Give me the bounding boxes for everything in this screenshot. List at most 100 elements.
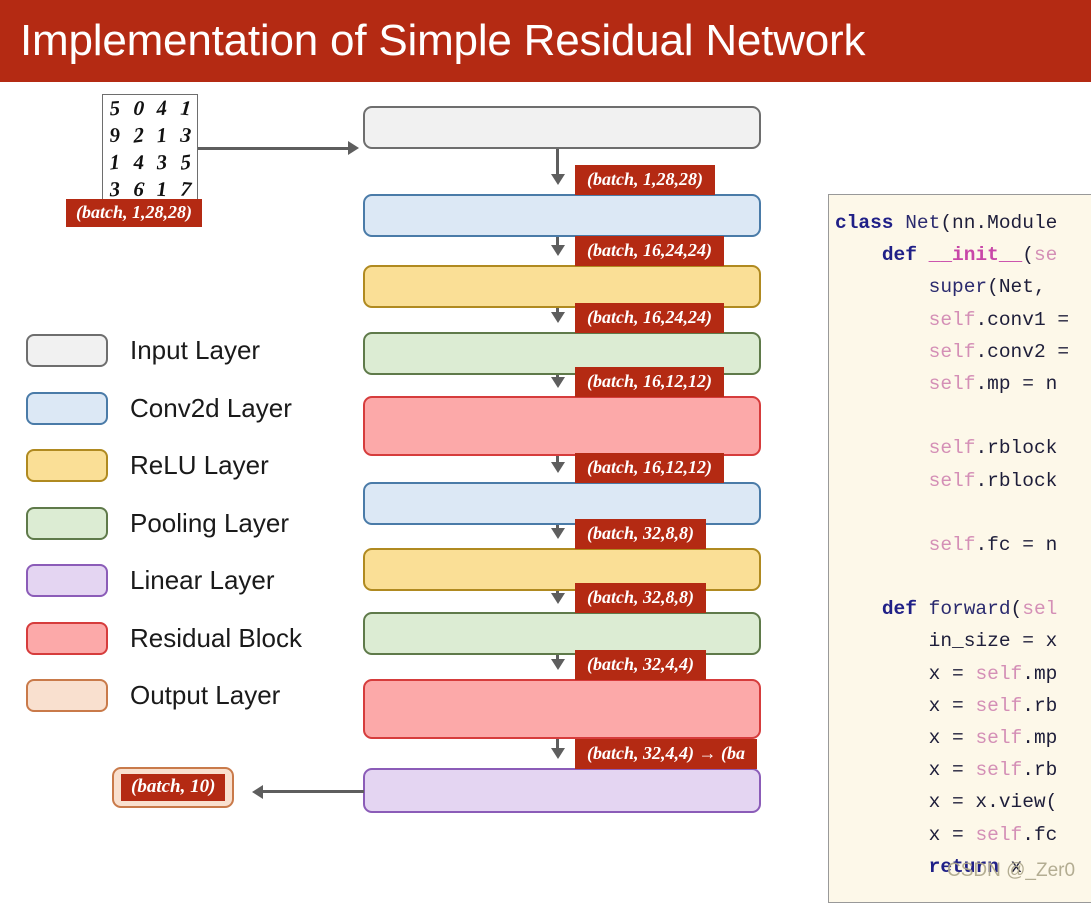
tensor-shape-badge: (batch, 32,4,4)	[575, 650, 706, 680]
tensor-shape-badge: (batch, 1,28,28)	[575, 165, 715, 195]
code-token: self	[928, 340, 976, 363]
code-line: self.rblock	[835, 465, 1091, 497]
flow-arrow-head-icon	[550, 245, 565, 256]
code-token: x =	[835, 823, 976, 846]
code-token: .mp = n	[975, 372, 1058, 395]
code-token: __init__	[928, 244, 1023, 267]
code-line: def __init__(se	[835, 239, 1091, 271]
tensor-shape-badge: (batch, 32,8,8)	[575, 519, 706, 549]
code-line: x = self.rb	[835, 690, 1091, 722]
code-line: x = self.mp	[835, 722, 1091, 754]
code-line: self.conv2 =	[835, 336, 1091, 368]
code-listing: class Net(nn.Module def __init__(se supe…	[835, 207, 1091, 883]
code-token: self	[928, 437, 976, 460]
flow-arrow-head-icon	[550, 593, 565, 604]
code-token: (	[1010, 598, 1023, 621]
flow-box-pooling-layer	[363, 612, 761, 655]
code-token: x =	[835, 694, 976, 717]
flow-box-residual-block	[363, 396, 761, 456]
code-token: .rb	[1022, 694, 1058, 717]
code-line: self.mp = n	[835, 368, 1091, 400]
tensor-shape-badge: (batch, 16,24,24)	[575, 303, 724, 333]
code-line: def forward(sel	[835, 593, 1091, 625]
tensor-shape-badge: (batch, 32,4,4) → (ba	[575, 739, 757, 769]
code-token: .fc	[1022, 823, 1058, 846]
code-line: x = self.rb	[835, 754, 1091, 786]
diagram-canvas: 5041921314353617 (batch, 1,28,28) Input …	[0, 82, 1091, 903]
code-token: class	[835, 212, 906, 234]
flow-box-relu-layer	[363, 265, 761, 308]
output-shape-badge: (batch, 10)	[121, 774, 226, 801]
code-token: self	[928, 469, 976, 492]
code-token: .mp	[1022, 727, 1058, 749]
tensor-shape-badge: (batch, 16,12,12)	[575, 453, 724, 483]
code-token: in_size = x	[835, 630, 1058, 653]
flow-arrow-head-icon	[550, 312, 565, 323]
watermark-text: CSDN @_Zer0	[947, 860, 1076, 881]
tensor-shape-badge: (batch, 16,24,24)	[575, 236, 724, 266]
flow-arrow-line	[556, 149, 559, 174]
code-token: x =	[835, 727, 976, 749]
code-token: self	[975, 823, 1023, 846]
code-token: sel	[1022, 598, 1058, 621]
code-line: x = x.view(	[835, 786, 1091, 818]
code-token: x =	[835, 759, 976, 782]
code-line: super(Net,	[835, 271, 1091, 303]
flow-arrow-head-icon	[550, 748, 565, 759]
flow-box-linear-layer	[363, 768, 761, 813]
code-token: .conv1	[975, 308, 1058, 331]
code-token: self	[928, 308, 976, 331]
code-token: self	[975, 662, 1023, 685]
code-token: .rblock	[975, 437, 1058, 460]
code-token: forward	[928, 598, 1011, 621]
code-line: in_size = x	[835, 625, 1091, 657]
output-layer-node: (batch, 10)	[112, 767, 235, 808]
code-line: x = self.fc	[835, 819, 1091, 851]
page-title: Implementation of Simple Residual Networ…	[20, 16, 866, 65]
tensor-shape-badge: (batch, 16,12,12)	[575, 367, 724, 397]
code-token: .rblock	[975, 469, 1058, 492]
flow-arrow-line	[556, 739, 559, 748]
code-token: self	[928, 372, 976, 395]
code-line: self.fc = n	[835, 529, 1091, 561]
code-token: def	[881, 598, 929, 621]
code-line: class Net(nn.Module	[835, 207, 1091, 239]
code-token: .conv2	[975, 340, 1058, 363]
flow-arrow-head-icon	[550, 528, 565, 539]
code-token: self	[928, 533, 976, 556]
code-token: (nn.Module	[940, 212, 1058, 234]
code-panel[interactable]: class Net(nn.Module def __init__(se supe…	[828, 194, 1091, 903]
flow-arrow-head-icon	[550, 174, 565, 185]
code-token: .fc = n	[975, 533, 1058, 556]
flow-arrow-line	[556, 237, 559, 245]
code-token: =	[1057, 340, 1070, 363]
code-token: =	[1057, 308, 1070, 331]
code-token: self	[975, 727, 1023, 749]
code-token: Net	[905, 212, 941, 234]
flow-arrow-head-icon	[550, 659, 565, 670]
code-token: def	[881, 244, 929, 267]
code-token: super	[928, 276, 988, 299]
flow-box-input-layer	[363, 106, 761, 149]
flow-box-residual-block	[363, 679, 761, 739]
flow-box-conv2d-layer	[363, 194, 761, 237]
code-token: self	[975, 694, 1023, 717]
code-token: .mp	[1022, 662, 1058, 685]
output-arrow-line	[262, 790, 364, 793]
code-token: x = x.view(	[835, 791, 1058, 814]
code-line: self.conv1 =	[835, 304, 1091, 336]
code-token: (	[1022, 244, 1034, 267]
